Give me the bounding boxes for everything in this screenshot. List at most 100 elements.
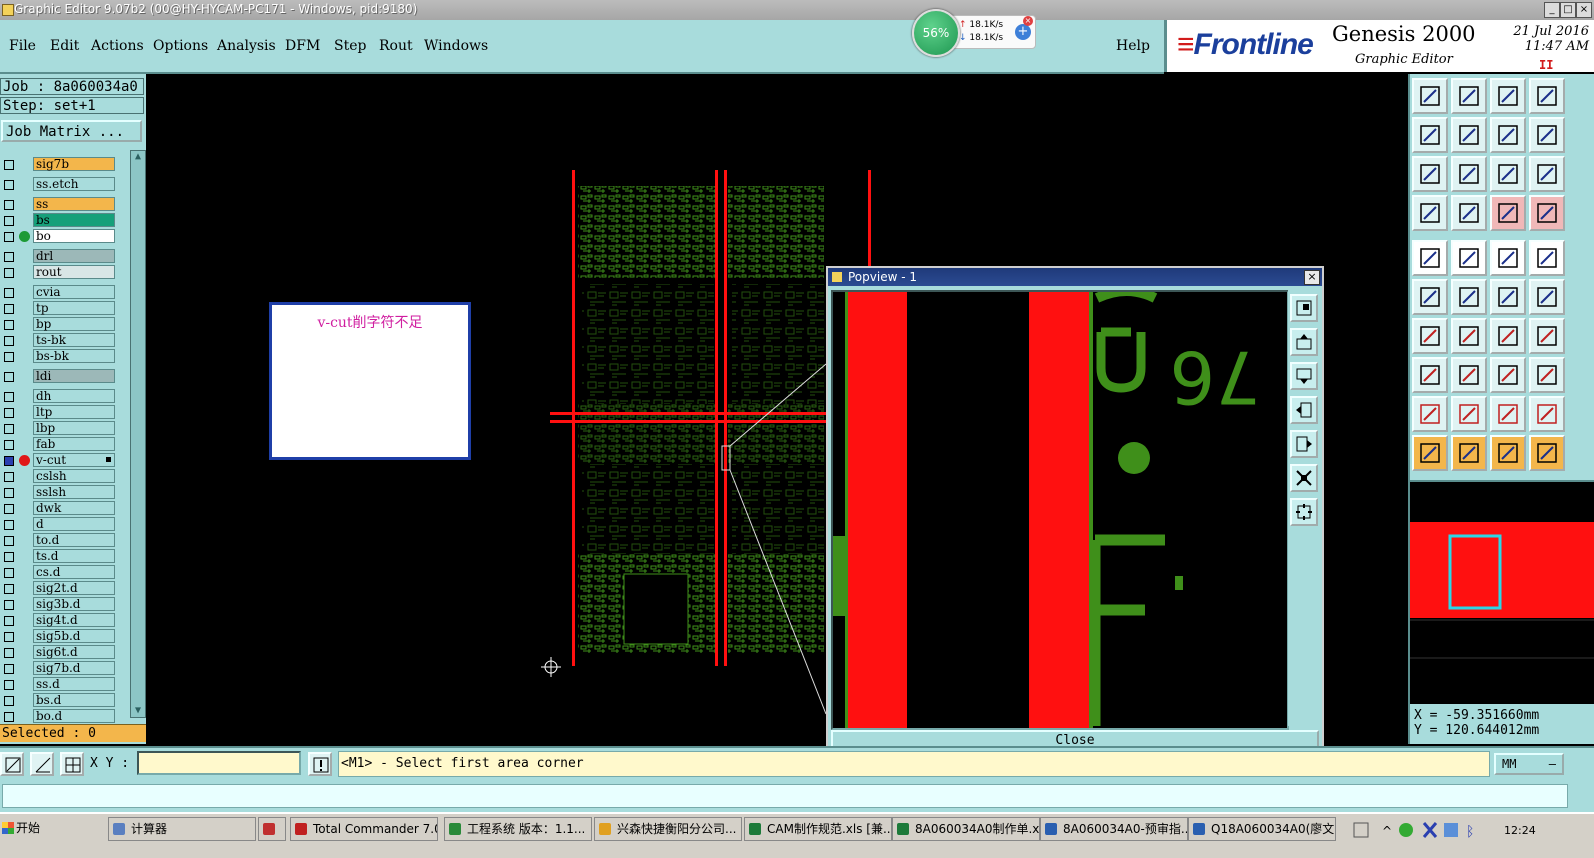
layer-row[interactable]: sig4t.d	[0, 613, 118, 628]
layer-row[interactable]: dh	[0, 389, 118, 404]
layer-row[interactable]: drl	[0, 249, 118, 264]
layer-checkbox[interactable]	[4, 616, 14, 626]
layer-checkbox[interactable]	[4, 372, 14, 382]
maximize-button[interactable]: □	[1560, 2, 1576, 18]
layer-row[interactable]: ss.etch	[0, 177, 118, 192]
layer-row[interactable]: ts.d	[0, 549, 118, 564]
popview-fit-icon[interactable]	[1290, 294, 1318, 322]
scroll-up-icon[interactable]: ▲	[131, 151, 145, 163]
layer-checkbox[interactable]	[4, 648, 14, 658]
alert-icon[interactable]	[308, 752, 332, 776]
accelerate-button[interactable]: +	[1015, 24, 1031, 40]
popview-pan-down-icon[interactable]	[1290, 362, 1318, 390]
layer-name[interactable]: lbp	[33, 421, 115, 435]
start-button[interactable]: 开始	[0, 817, 40, 841]
feature-group-icon[interactable]	[1529, 357, 1565, 393]
menu-help[interactable]: Help	[1116, 38, 1150, 54]
delete-node-icon[interactable]	[1451, 279, 1487, 315]
cut-line-icon[interactable]	[1451, 318, 1487, 354]
polarity-icon[interactable]	[1451, 240, 1487, 276]
menu-options[interactable]: Options	[153, 38, 208, 54]
layer-checkbox[interactable]	[4, 320, 14, 330]
add-polygon-icon[interactable]	[1490, 396, 1526, 432]
move-node-icon[interactable]	[1490, 279, 1526, 315]
layer-row[interactable]: cs.d	[0, 565, 118, 580]
layer-checkbox[interactable]	[4, 712, 14, 722]
layer-checkbox[interactable]	[4, 160, 14, 170]
layer-name[interactable]: sig4t.d	[33, 613, 115, 627]
layer-name[interactable]: ts.d	[33, 549, 115, 563]
layer-row[interactable]: sig3b.d	[0, 597, 118, 612]
previous-view-icon[interactable]	[1490, 117, 1526, 153]
layer-row[interactable]: sig6t.d	[0, 645, 118, 660]
popview-title-bar[interactable]: Popview - 1 ×	[828, 268, 1322, 286]
layer-checkbox[interactable]	[4, 268, 14, 278]
layer-name[interactable]: sig5b.d	[33, 629, 115, 643]
note-box[interactable]: v-cut削字符不足	[269, 302, 471, 460]
layer-name[interactable]: ltp	[33, 405, 115, 419]
layer-row[interactable]: v-cut	[0, 453, 118, 468]
taskbar-item[interactable]: 兴森快捷衡阳分公司...	[594, 817, 742, 841]
select-area-icon[interactable]	[1451, 435, 1487, 471]
layer-row[interactable]: sig5b.d	[0, 629, 118, 644]
menu-windows[interactable]: Windows	[424, 38, 488, 54]
popview-zoom-in-icon[interactable]	[1290, 464, 1318, 492]
layer-name[interactable]: rout	[33, 265, 115, 279]
layer-row[interactable]: bp	[0, 317, 118, 332]
layer-row[interactable]: sig7b.d	[0, 661, 118, 676]
layer-name[interactable]: sig6t.d	[33, 645, 115, 659]
layer-row[interactable]: sig7b	[0, 157, 118, 172]
snap-mode-icon[interactable]	[0, 752, 24, 776]
layer-checkbox[interactable]	[4, 180, 14, 190]
layer-checkbox[interactable]	[4, 352, 14, 362]
layer-checkbox[interactable]	[4, 456, 14, 466]
layer-name[interactable]: bs.d	[33, 693, 115, 707]
pan-right-icon[interactable]	[1451, 117, 1487, 153]
taskbar-clock[interactable]: 12:24	[1504, 824, 1536, 837]
layer-name[interactable]: dh	[33, 389, 115, 403]
select-icon[interactable]	[1412, 435, 1448, 471]
line-icon[interactable]	[1451, 357, 1487, 393]
layer-row[interactable]: fab	[0, 437, 118, 452]
taskbar-item[interactable]: 计算器	[108, 817, 256, 841]
layer-checkbox[interactable]	[4, 252, 14, 262]
layer-checkbox[interactable]	[4, 584, 14, 594]
layer-name[interactable]: d	[33, 517, 115, 531]
layer-row[interactable]: sig2t.d	[0, 581, 118, 596]
popview-close-icon[interactable]: ×	[1304, 270, 1320, 285]
layer-row[interactable]: rout	[0, 265, 118, 280]
close-window-button[interactable]: ×	[1576, 2, 1592, 18]
layer-checkbox[interactable]	[4, 536, 14, 546]
layer-name[interactable]: to.d	[33, 533, 115, 547]
add-node-icon[interactable]	[1529, 279, 1565, 315]
popview-window[interactable]: Popview - 1 × 76 Close	[826, 266, 1324, 758]
layer-row[interactable]: ltp	[0, 405, 118, 420]
probe-icon[interactable]	[1451, 195, 1487, 231]
menu-edit[interactable]: Edit	[50, 38, 79, 54]
flip-icon[interactable]	[1529, 318, 1565, 354]
popview-pan-up-icon[interactable]	[1290, 328, 1318, 356]
taskbar-item[interactable]: Q18A060034A0(廖文...	[1188, 817, 1336, 841]
layer-name[interactable]: cs.d	[33, 565, 115, 579]
taskbar-item[interactable]: 8A060034A0制作单.xl...	[892, 817, 1040, 841]
popview-pan-left-icon[interactable]	[1290, 396, 1318, 424]
layer-row[interactable]: ss.d	[0, 677, 118, 692]
layer-row[interactable]: sslsh	[0, 485, 118, 500]
popview-zoom-view[interactable]: 76	[831, 290, 1289, 730]
layer-name[interactable]: ss	[33, 197, 115, 211]
layer-row[interactable]: cvia	[0, 285, 118, 300]
layer-name[interactable]: bs-bk	[33, 349, 115, 363]
layer-checkbox[interactable]	[4, 232, 14, 242]
layer-checkbox[interactable]	[4, 216, 14, 226]
layer-row[interactable]: tp	[0, 301, 118, 316]
taskbar-item[interactable]: Total Commander 7.0 ...	[290, 817, 438, 841]
layer-name[interactable]: cslsh	[33, 469, 115, 483]
layer-compare-icon[interactable]	[1490, 195, 1526, 231]
fit-profile-icon[interactable]	[1451, 156, 1487, 192]
layer-checkbox[interactable]	[4, 304, 14, 314]
layer-name[interactable]: sig3b.d	[33, 597, 115, 611]
layer-checkbox[interactable]	[4, 408, 14, 418]
add-text-icon[interactable]	[1529, 396, 1565, 432]
layer-checkbox[interactable]	[4, 600, 14, 610]
layer-row[interactable]: d	[0, 517, 118, 532]
